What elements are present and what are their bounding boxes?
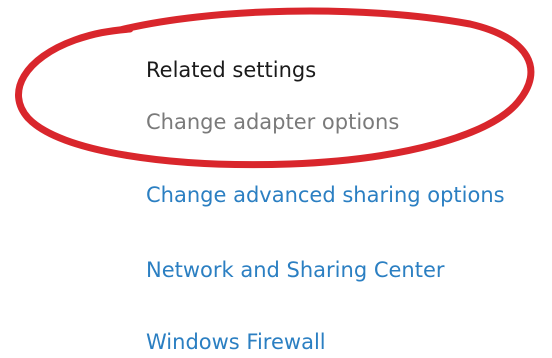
red-circle-annotation xyxy=(15,7,535,169)
change-adapter-options-link[interactable]: Change adapter options xyxy=(146,110,399,134)
network-and-sharing-center-link[interactable]: Network and Sharing Center xyxy=(146,258,445,282)
red-ellipse-icon xyxy=(15,7,535,169)
change-advanced-sharing-options-link[interactable]: Change advanced sharing options xyxy=(146,183,505,207)
windows-firewall-link[interactable]: Windows Firewall xyxy=(146,330,326,354)
related-settings-heading: Related settings xyxy=(146,58,317,82)
